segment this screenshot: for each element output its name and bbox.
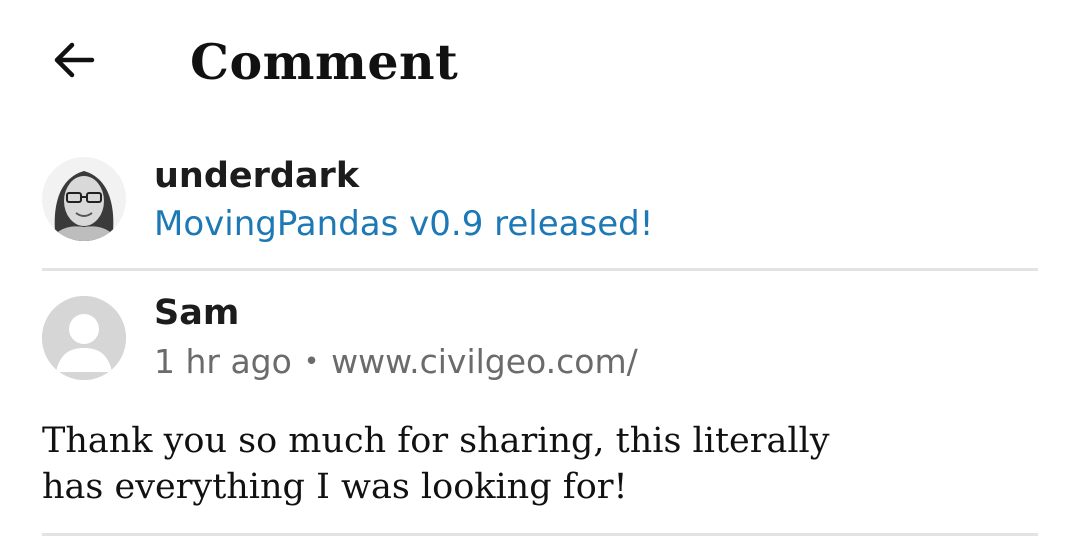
comment-author-name[interactable]: Sam (154, 290, 239, 336)
divider (42, 533, 1038, 536)
post-title-link[interactable]: MovingPandas v0.9 released! (154, 202, 653, 246)
arrow-left-icon (50, 36, 98, 88)
post-header: underdark MovingPandas v0.9 released! (42, 150, 1042, 250)
post-author-avatar[interactable] (42, 157, 126, 241)
comment-meta: 1 hr ago • www.civilgeo.com/ (154, 340, 638, 384)
divider (42, 268, 1038, 271)
comment-website-link[interactable]: www.civilgeo.com/ (331, 342, 638, 381)
comment-text: Thank you so much for sharing, this lite… (42, 421, 830, 507)
page-title: Comment (190, 33, 459, 91)
comment-timestamp: 1 hr ago (154, 342, 292, 381)
post-author-name[interactable]: underdark (154, 154, 359, 198)
back-button[interactable] (44, 32, 104, 92)
default-user-icon[interactable] (42, 296, 126, 380)
meta-separator: • (303, 347, 320, 377)
